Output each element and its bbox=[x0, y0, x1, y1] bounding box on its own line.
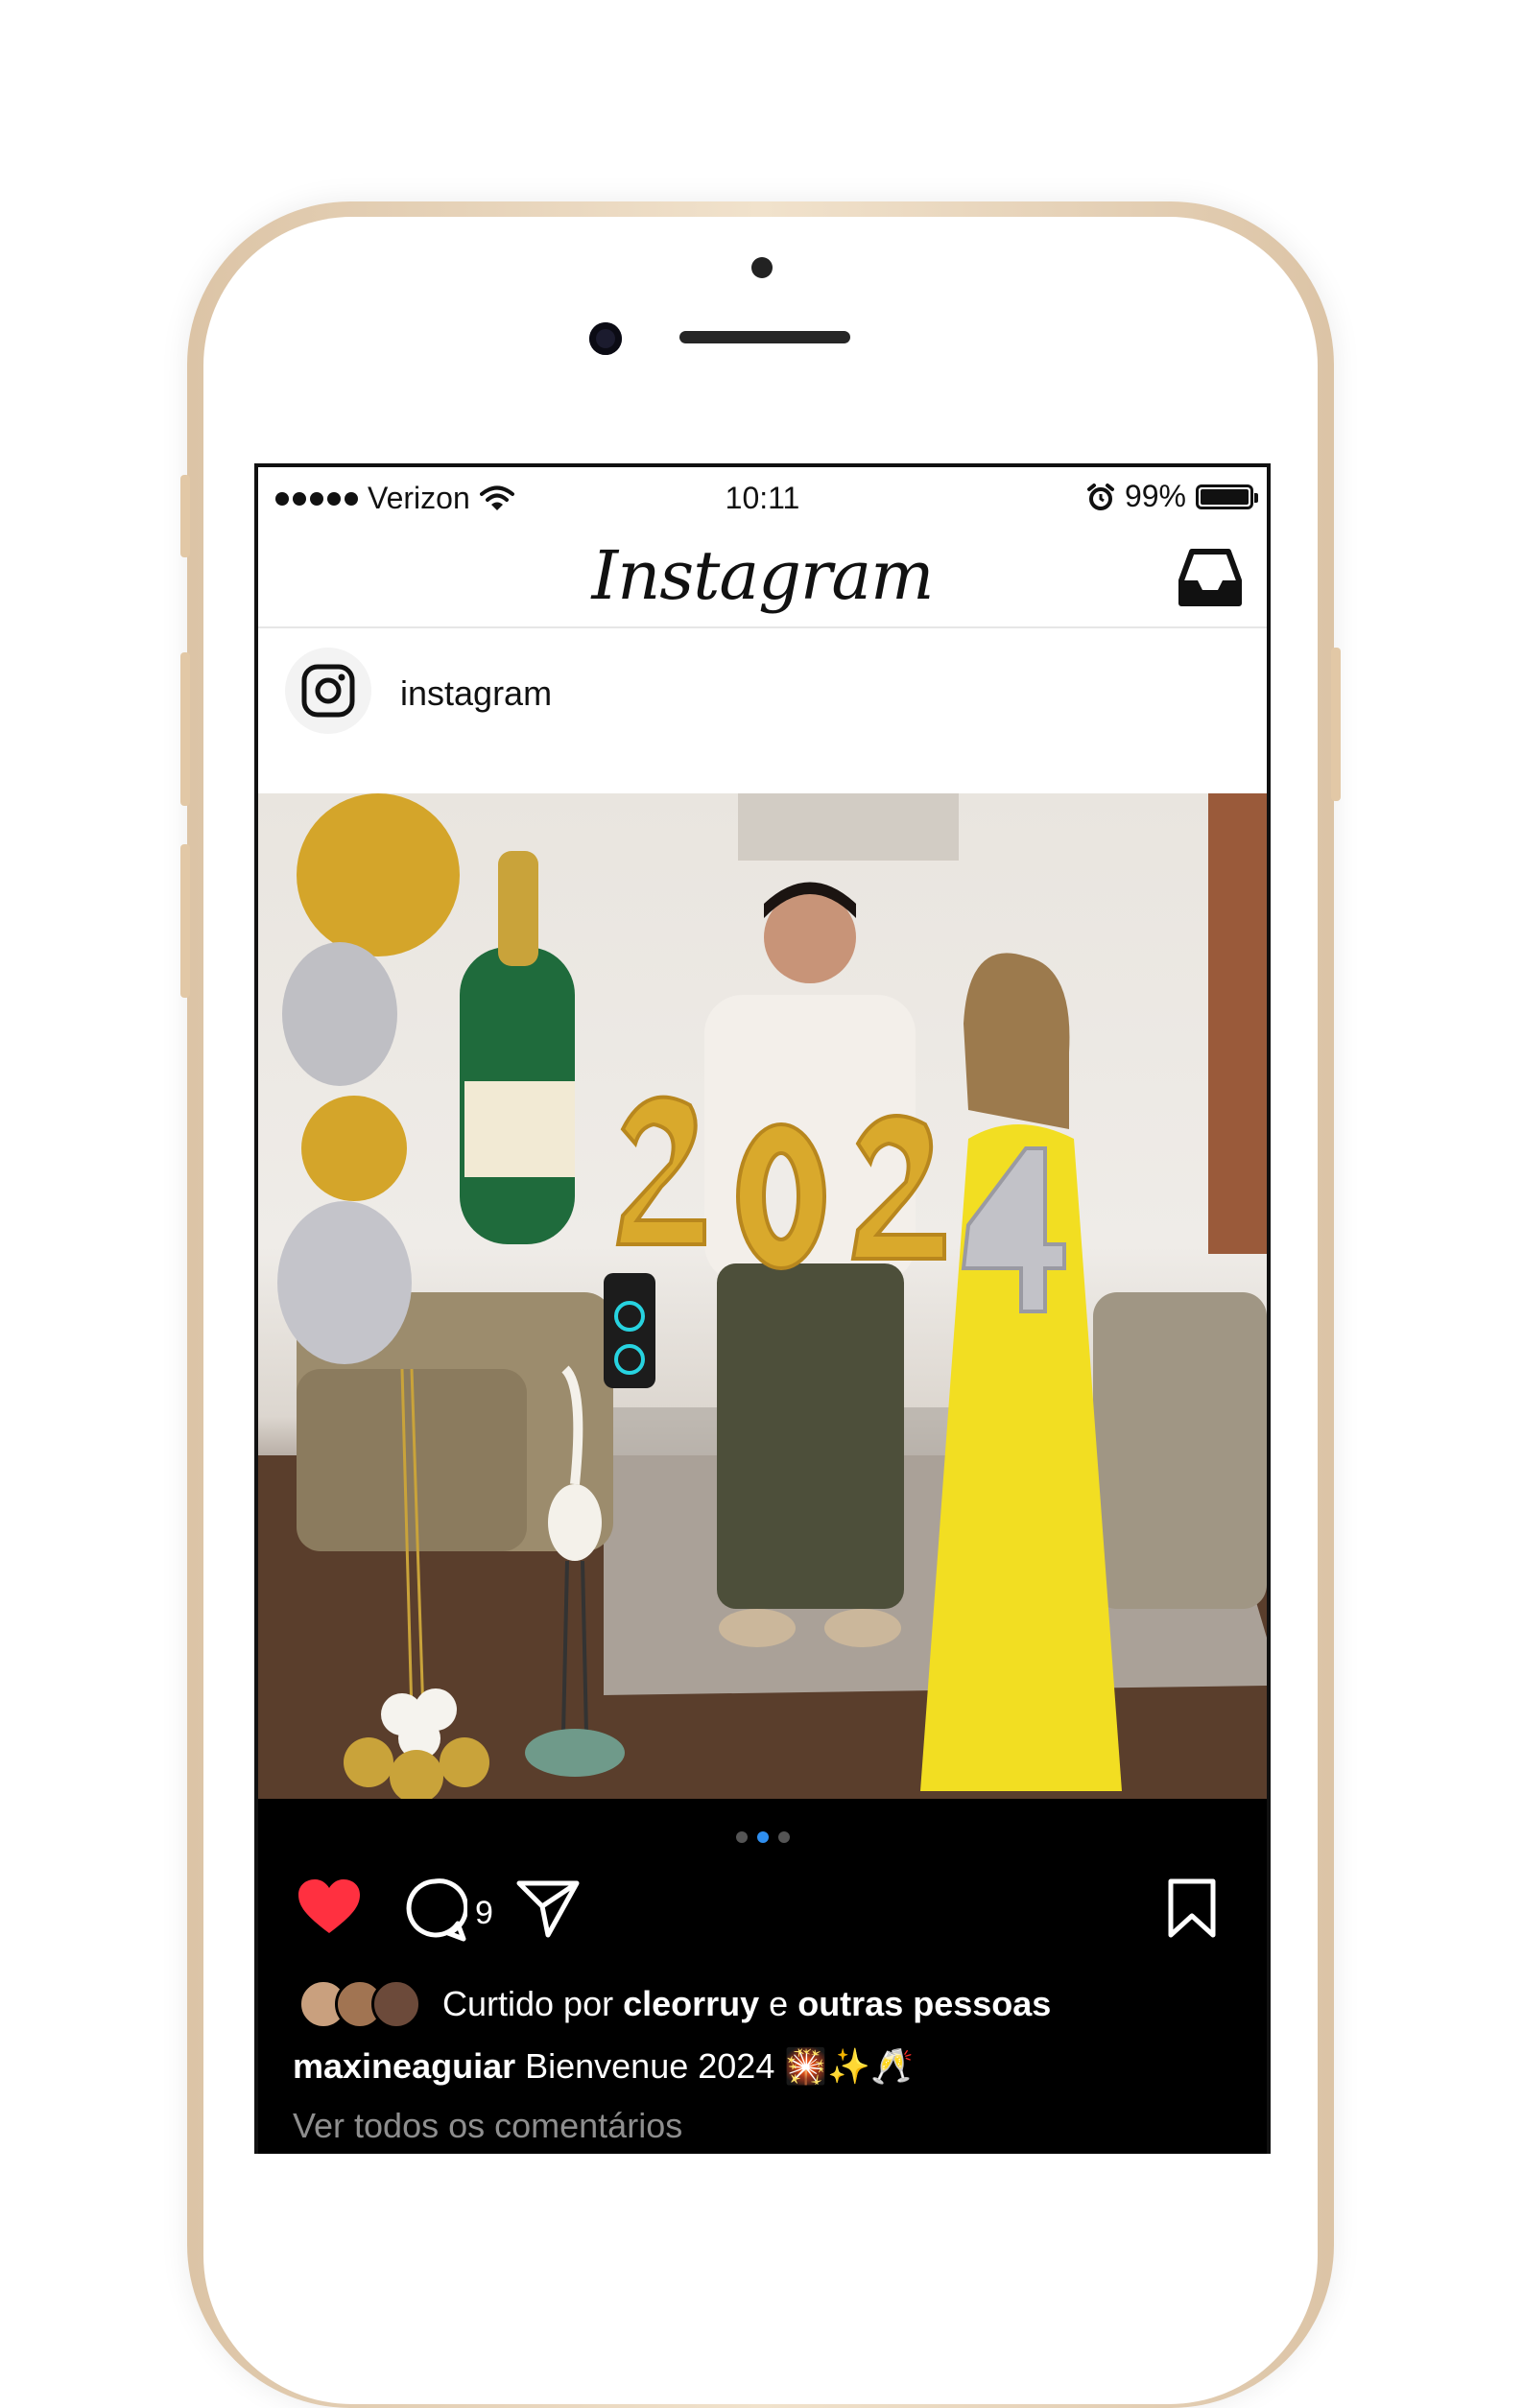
mute-switch bbox=[180, 475, 190, 557]
photo-illustration bbox=[258, 793, 1267, 1799]
power-button bbox=[1331, 648, 1341, 801]
battery-icon bbox=[1196, 484, 1258, 509]
inbox-icon[interactable] bbox=[1178, 548, 1242, 607]
post-actions: 9 bbox=[297, 1877, 1218, 1945]
comment-icon[interactable] bbox=[402, 1877, 467, 1943]
proximity-sensor bbox=[751, 257, 773, 278]
liker-username[interactable]: cleorruy bbox=[623, 1984, 759, 2023]
likes-text: Curtido por cleorruy e outras pessoas bbox=[442, 1984, 1052, 2023]
status-right: 99% bbox=[1086, 479, 1258, 514]
alarm-icon bbox=[1086, 483, 1114, 510]
app-header: Instagram bbox=[258, 527, 1267, 628]
status-bar: Verizon 10:11 99% bbox=[258, 467, 1267, 527]
post-avatar[interactable] bbox=[285, 648, 371, 734]
instagram-glyph-icon bbox=[301, 664, 355, 718]
caption-username[interactable]: maxineaguiar bbox=[293, 2046, 515, 2086]
comment-count: 9 bbox=[475, 1895, 493, 1931]
earpiece-speaker bbox=[679, 331, 850, 343]
post-caption: maxineaguiar Bienvenue 2024 🎇✨🥂 bbox=[293, 2046, 914, 2087]
volume-up-button bbox=[180, 652, 190, 806]
share-icon[interactable] bbox=[515, 1877, 581, 1939]
carousel-dot bbox=[735, 1831, 748, 1843]
front-camera bbox=[589, 322, 622, 355]
instagram-logo[interactable]: Instagram bbox=[258, 536, 1267, 615]
carousel-indicator bbox=[258, 1831, 1267, 1843]
volume-down-button bbox=[180, 844, 190, 998]
likes-row[interactable]: Curtido por cleorruy e outras pessoas bbox=[298, 1979, 1051, 2029]
liker-avatars bbox=[298, 1979, 421, 2029]
phone-screen: Verizon 10:11 99% Instagram instagram 9 … bbox=[254, 463, 1271, 2154]
post-photo[interactable] bbox=[258, 793, 1267, 1799]
avatar bbox=[371, 1979, 421, 2029]
battery-percent: 99% bbox=[1124, 479, 1186, 513]
likes-others-link[interactable]: outras pessoas bbox=[797, 1984, 1051, 2023]
post-footer: 9 Curtido por cleorruy e outras pessoas … bbox=[258, 1799, 1267, 2154]
post-header: instagram bbox=[258, 628, 1267, 772]
heart-icon[interactable] bbox=[297, 1877, 362, 1937]
post-username[interactable]: instagram bbox=[400, 673, 552, 714]
bookmark-icon[interactable] bbox=[1166, 1877, 1218, 1939]
view-all-comments-link[interactable]: Ver todos os comentários bbox=[293, 2106, 682, 2146]
carousel-dot-active bbox=[756, 1831, 769, 1843]
caption-text: Bienvenue 2024 🎇✨🥂 bbox=[515, 2046, 914, 2086]
carousel-dot bbox=[777, 1831, 790, 1843]
